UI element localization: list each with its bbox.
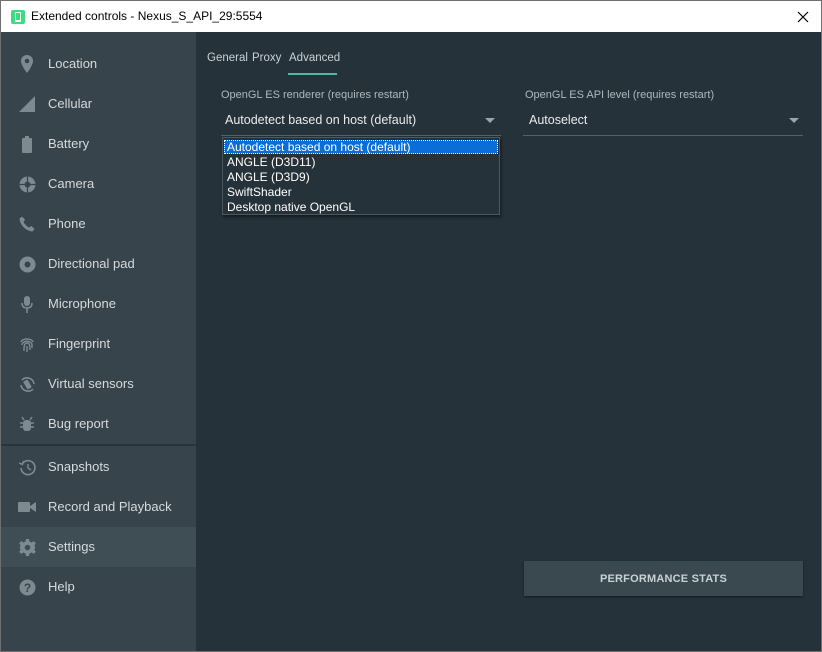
sidebar-item-label: Help [48,579,75,594]
sidebar-item-label: Cellular [48,96,93,111]
sidebar-item-label: Directional pad [48,256,135,271]
sidebar-item-bug-report[interactable]: Bug report [1,404,196,444]
renderer-select-underline [221,135,501,136]
sidebar: Location Cellular Battery Camera Phone D… [1,32,196,651]
renderer-label: OpenGL ES renderer (requires restart) [221,89,409,101]
renderer-dropdown-list: Autodetect based on host (default) ANGLE… [222,137,500,215]
android-emulator-icon [11,10,25,24]
title-bar: Extended controls - Nexus_S_API_29:5554 [1,1,821,32]
sidebar-item-label: Fingerprint [48,336,111,351]
fingerprint-icon [18,335,36,353]
sidebar-item-label: Battery [48,136,90,151]
rotation-icon [18,375,36,393]
dpad-icon [18,255,36,273]
active-tab-indicator [288,73,337,75]
window-title: Extended controls - Nexus_S_API_29:5554 [31,9,263,23]
chevron-down-icon [789,118,799,123]
extended-controls-window: Extended controls - Nexus_S_API_29:5554 … [0,0,822,652]
microphone-icon [18,295,36,313]
sidebar-item-cellular[interactable]: Cellular [1,84,196,124]
sidebar-item-battery[interactable]: Battery [1,124,196,164]
sidebar-item-record-and-playback[interactable]: Record and Playback [1,487,196,527]
signal-icon [18,95,36,113]
video-camera-icon [18,498,36,516]
sidebar-item-snapshots[interactable]: Snapshots [1,447,196,487]
api-level-label: OpenGL ES API level (requires restart) [525,89,715,101]
renderer-select-value: Autodetect based on host (default) [225,113,417,127]
sidebar-item-label: Settings [48,539,95,554]
phone-icon [18,215,36,233]
api-level-select-underline [523,135,803,136]
sidebar-divider [1,444,196,446]
sidebar-item-label: Microphone [48,296,116,311]
dropdown-option[interactable]: Desktop native OpenGL [224,200,498,214]
location-pin-icon [18,55,36,73]
sidebar-item-help[interactable]: ? Help [1,567,196,607]
sidebar-item-label: Bug report [48,416,109,431]
bug-icon [18,415,36,433]
sidebar-item-directional-pad[interactable]: Directional pad [1,244,196,284]
sidebar-item-phone[interactable]: Phone [1,204,196,244]
performance-stats-label: PERFORMANCE STATS [599,572,728,585]
tab-advanced[interactable]: Advanced [289,52,340,64]
sidebar-item-label: Record and Playback [48,499,172,514]
settings-panel: General Proxy Advanced OpenGL ES rendere… [196,32,821,651]
camera-aperture-icon [18,175,36,193]
sidebar-item-virtual-sensors[interactable]: Virtual sensors [1,364,196,404]
svg-text:?: ? [23,581,30,595]
close-button[interactable] [785,1,821,32]
sidebar-item-settings[interactable]: Settings [1,527,196,567]
dropdown-option[interactable]: ANGLE (D3D11) [224,155,498,169]
gear-icon [18,538,36,556]
tab-general[interactable]: General [207,52,248,64]
chevron-down-icon [485,118,495,123]
sidebar-item-label: Phone [48,216,86,231]
help-icon: ? [18,578,36,596]
dropdown-option[interactable]: SwiftShader [224,185,498,199]
sidebar-item-microphone[interactable]: Microphone [1,284,196,324]
battery-icon [18,135,36,153]
sidebar-item-label: Camera [48,176,95,191]
sidebar-item-fingerprint[interactable]: Fingerprint [1,324,196,364]
close-icon [797,11,809,22]
dropdown-option[interactable]: Autodetect based on host (default) [224,140,498,154]
performance-stats-button[interactable]: PERFORMANCE STATS [524,561,803,596]
api-level-select-value: Autoselect [529,113,588,127]
tab-proxy[interactable]: Proxy [252,52,281,64]
sidebar-item-location[interactable]: Location [1,44,196,84]
sidebar-item-label: Virtual sensors [48,376,134,391]
sidebar-item-label: Location [48,56,98,71]
history-icon [18,458,36,476]
sidebar-item-label: Snapshots [48,459,110,474]
sidebar-item-camera[interactable]: Camera [1,164,196,204]
dropdown-option[interactable]: ANGLE (D3D9) [224,170,498,184]
